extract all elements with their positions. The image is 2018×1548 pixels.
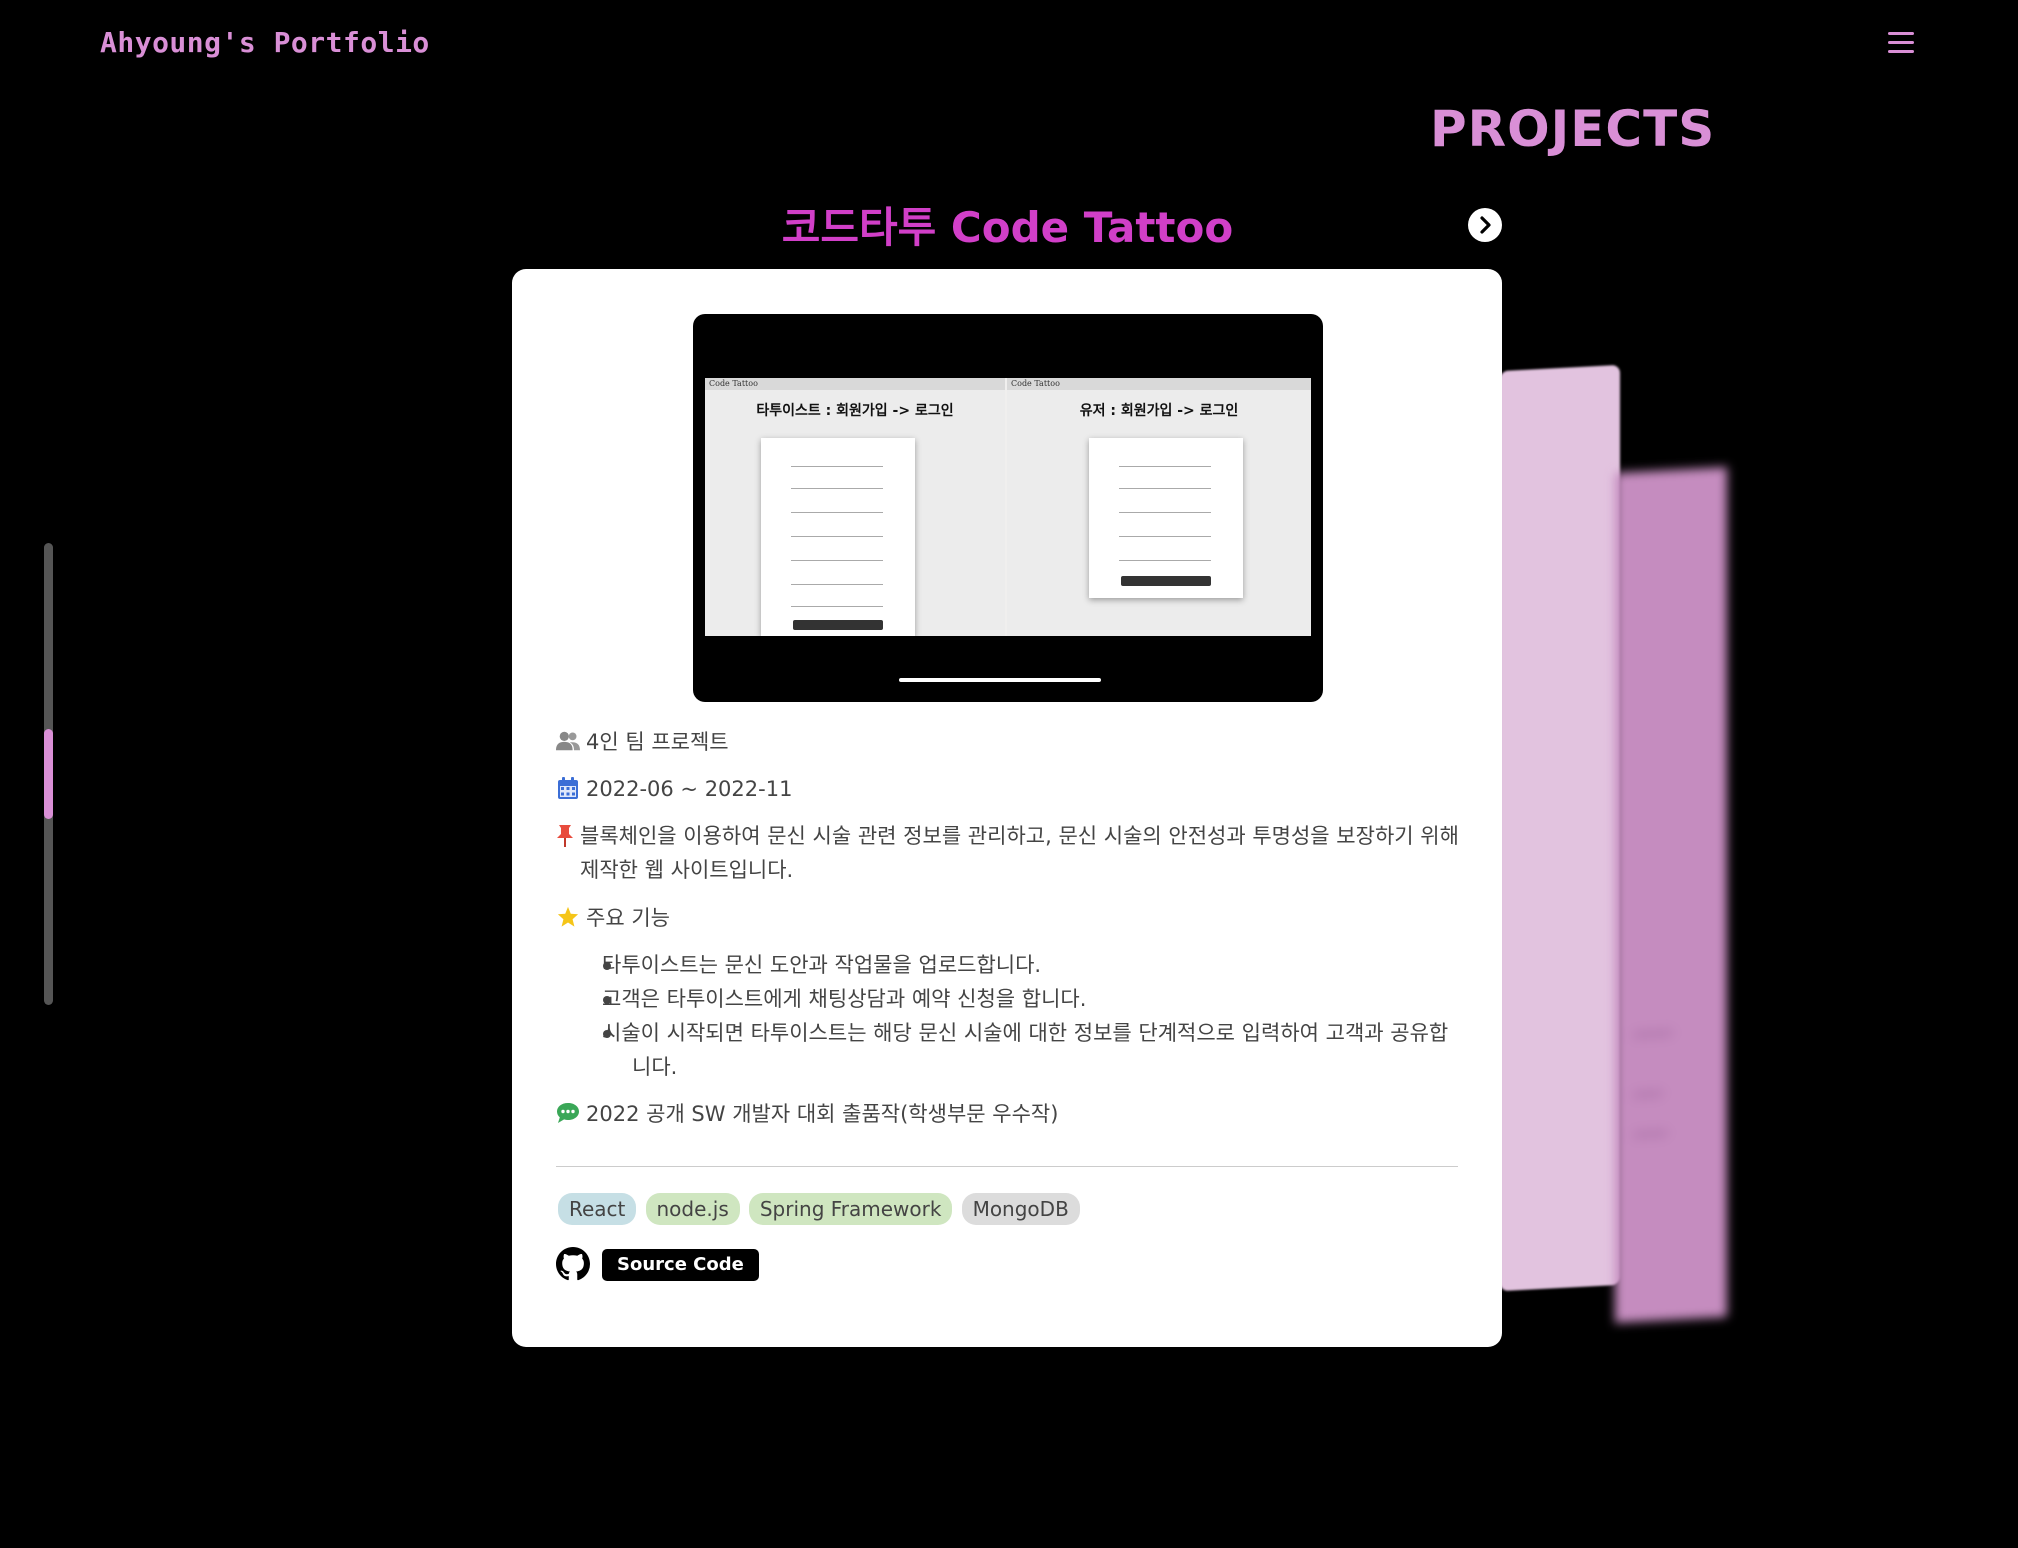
page: Ahyoung's Portfolio PROJECTS 코드타투 Code T…	[0, 0, 2018, 1548]
screenshot-left-form	[761, 438, 915, 636]
screenshot-left-heading: 타투이스트 : 회원가입 -> 로그인	[756, 403, 954, 419]
screenshot-home-indicator	[899, 678, 1101, 682]
screenshot-screen: Code Tattoo 타투이스트 : 회원가입 -> 로그인 Code Tat…	[705, 378, 1311, 636]
project-title: 코드타투 Code Tattoo	[781, 203, 1234, 252]
users-icon	[556, 731, 580, 751]
period-text: 2022-06 ~ 2022-11	[586, 777, 793, 801]
period-row: 2022-06 ~ 2022-11	[556, 772, 1466, 806]
screenshot-right-heading: 유저 : 회원가입 -> 로그인	[1079, 403, 1239, 419]
description-text: 블록체인을 이용하여 문신 시술 관련 정보를 관리하고, 문신 시술의 안전성…	[580, 824, 1459, 882]
back-project-card-far[interactable]	[1615, 467, 1727, 1323]
screenshot-left-bar: Code Tattoo	[705, 378, 1005, 390]
screenshot-right-form	[1089, 438, 1243, 598]
team-size-text: 4인 팀 프로젝트	[586, 730, 729, 754]
chevron-right-icon	[1480, 216, 1491, 234]
tag-spring-framework: Spring Framework	[748, 1193, 953, 1225]
hamburger-menu-icon[interactable]	[1888, 32, 1916, 56]
github-icon[interactable]	[556, 1247, 590, 1281]
features-list: 타투이스트는 문신 도안과 작업물을 업로드합니다. 고객은 타투이스트에게 채…	[556, 948, 1466, 1084]
screenshot-left-pane: Code Tattoo 타투이스트 : 회원가입 -> 로그인	[705, 378, 1005, 636]
source-code-button[interactable]: Source Code	[602, 1249, 759, 1281]
screenshot-right-pane: Code Tattoo 유저 : 회원가입 -> 로그인	[1007, 378, 1311, 636]
scroll-indicator[interactable]	[44, 543, 53, 1005]
back-project-card[interactable]	[1500, 364, 1620, 1292]
screenshot-right-bar: Code Tattoo	[1007, 378, 1311, 390]
award-text: 2022 공개 SW 개발자 대회 출품작(학생부문 우수작)	[586, 1102, 1059, 1126]
scroll-indicator-thumb[interactable]	[44, 729, 53, 819]
award-row: 2022 공개 SW 개발자 대회 출품작(학생부문 우수작)	[556, 1097, 1466, 1131]
feature-item: 고객은 타투이스트에게 채팅상담과 예약 신청을 합니다.	[556, 982, 1466, 1016]
tech-stack-tags: React node.js Spring Framework MongoDB	[558, 1193, 1084, 1227]
pushpin-icon	[557, 825, 573, 847]
description-row: 블록체인을 이용하여 문신 시술 관련 정보를 관리하고, 문신 시술의 안전성…	[556, 819, 1466, 887]
section-title: PROJECTS	[1430, 100, 1716, 158]
star-icon	[557, 906, 579, 927]
features-heading: 주요 기능	[586, 906, 670, 930]
tag-react: React	[558, 1193, 637, 1225]
calendar-icon	[558, 777, 578, 799]
features-heading-row: 주요 기능	[556, 901, 1466, 935]
brand-logo[interactable]: Ahyoung's Portfolio	[100, 26, 430, 59]
speech-bubble-icon	[557, 1103, 579, 1123]
project-card: Code Tattoo 타투이스트 : 회원가입 -> 로그인 Code Tat…	[512, 269, 1502, 1347]
tag-mongodb: MongoDB	[961, 1193, 1080, 1225]
feature-item: 시술이 시작되면 타투이스트는 해당 문신 시술에 대한 정보를 단계적으로 입…	[556, 1016, 1466, 1084]
team-size-row: 4인 팀 프로젝트	[556, 725, 1466, 759]
project-screenshot: Code Tattoo 타투이스트 : 회원가입 -> 로그인 Code Tat…	[693, 314, 1323, 702]
tag-nodejs: node.js	[645, 1193, 740, 1225]
next-project-button[interactable]	[1468, 208, 1502, 242]
divider	[556, 1166, 1458, 1167]
feature-item: 타투이스트는 문신 도안과 작업물을 업로드합니다.	[556, 948, 1466, 982]
